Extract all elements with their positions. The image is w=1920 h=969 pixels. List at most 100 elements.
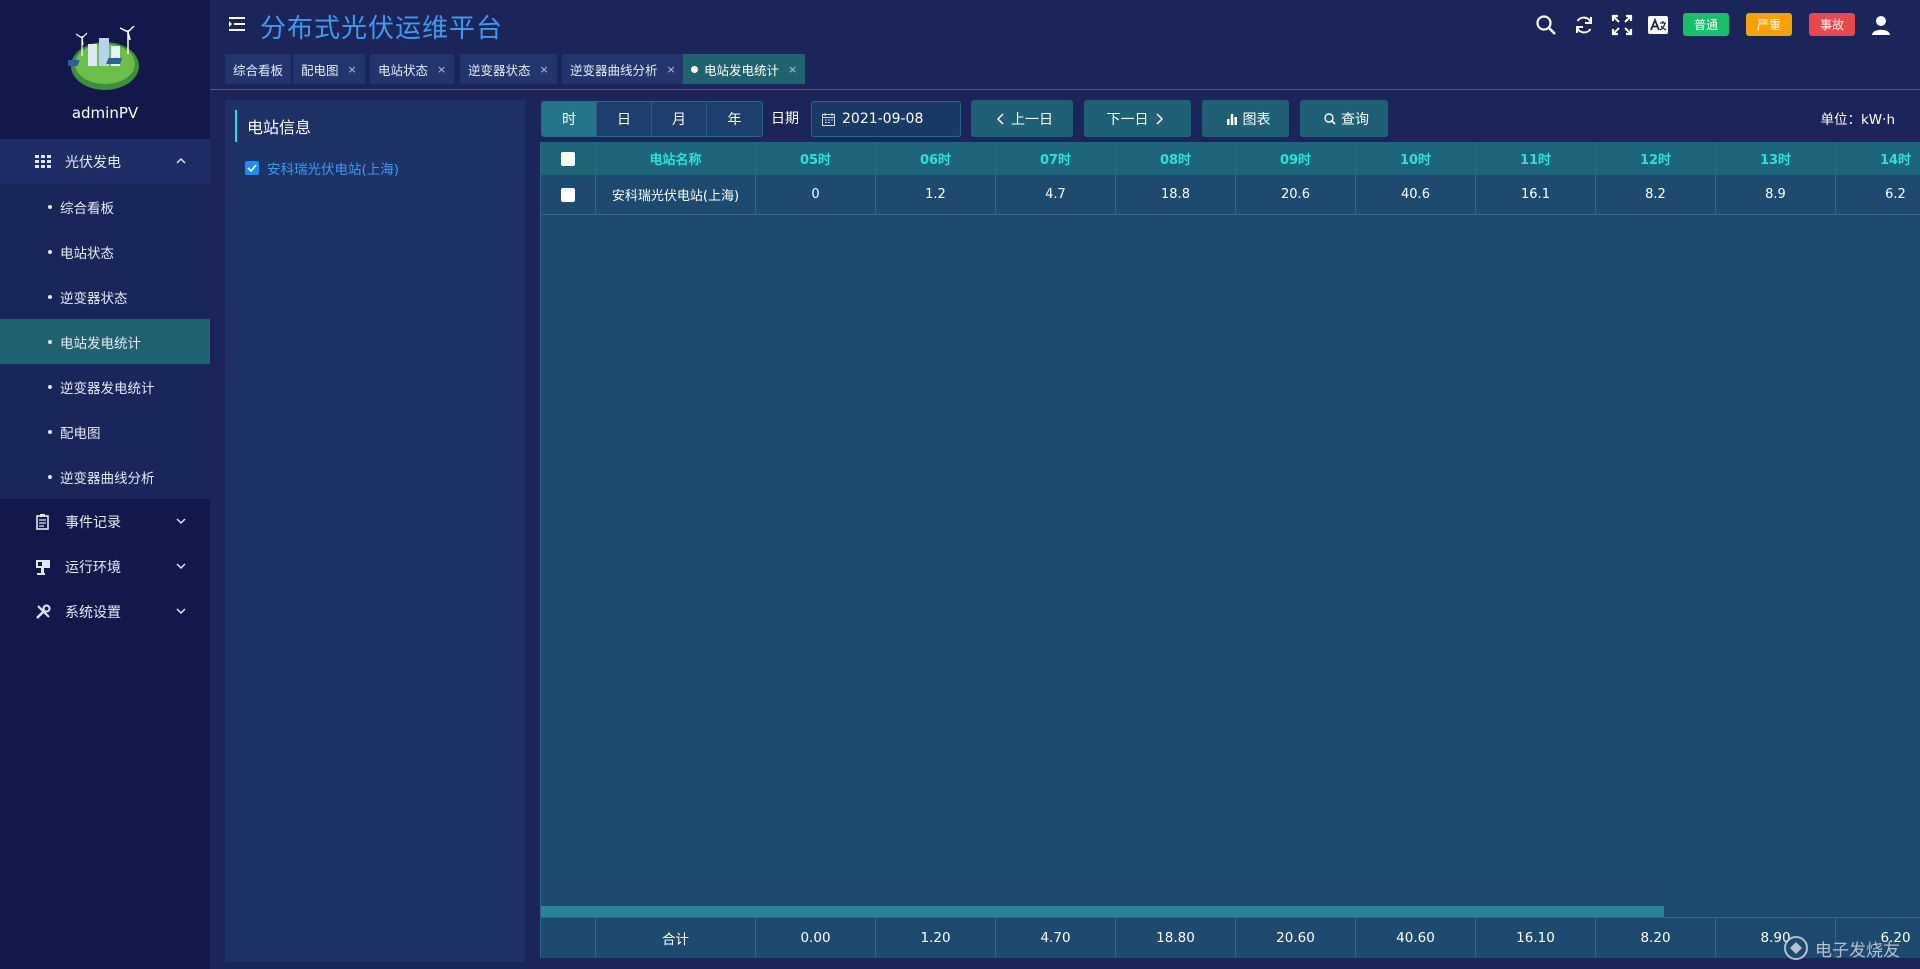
tab-label: 逆变器曲线分析	[570, 62, 658, 78]
menu-group-pv-generation[interactable]: 光伏发电	[0, 139, 210, 184]
period-segmented-control: 时 日 月 年	[541, 101, 763, 137]
column-header-hour[interactable]: 08时	[1116, 142, 1236, 175]
chevron-down-icon	[176, 518, 186, 525]
column-header-hour[interactable]: 12时	[1596, 142, 1716, 175]
column-header-station[interactable]: 电站名称	[596, 142, 756, 175]
active-dot-icon	[691, 65, 698, 73]
search-icon[interactable]	[1535, 14, 1557, 36]
sidebar-item-label: 逆变器曲线分析	[60, 470, 155, 487]
sidebar-item-label: 电站状态	[60, 245, 114, 262]
user-icon[interactable]	[1870, 14, 1892, 36]
next-day-label: 下一日	[1106, 111, 1149, 128]
period-year-button[interactable]: 年	[707, 102, 762, 136]
value-cell: 6.2	[1836, 175, 1920, 214]
next-day-button[interactable]: 下一日	[1084, 100, 1191, 137]
refresh-icon[interactable]	[1573, 14, 1595, 36]
panel-title: 电站信息	[235, 110, 311, 142]
sidebar-item-dashboard[interactable]: 综合看板	[0, 184, 210, 229]
query-button[interactable]: 查询	[1300, 100, 1388, 137]
checkbox-checked-icon[interactable]	[245, 161, 259, 175]
menu-toggle-icon[interactable]	[228, 16, 246, 32]
sidebar: adminPV 光伏发电 综合看板 电站状态 逆变器状态 电站发电统计 逆变器发…	[0, 0, 210, 969]
sidebar-item-station-statistics[interactable]: 电站发电统计	[0, 319, 210, 364]
close-icon[interactable]: ×	[788, 63, 797, 76]
chevron-down-icon	[176, 608, 186, 615]
font-size-icon[interactable]	[1647, 14, 1669, 36]
monitor-icon	[34, 558, 52, 576]
tab-inverter-curve[interactable]: 逆变器曲线分析 ×	[562, 54, 684, 84]
sidebar-item-inverter-statistics[interactable]: 逆变器发电统计	[0, 364, 210, 409]
search-icon	[1324, 112, 1336, 125]
bullet-icon	[48, 474, 52, 479]
username: adminPV	[71, 104, 139, 122]
chart-button[interactable]: 图表	[1202, 100, 1289, 137]
column-header-hour[interactable]: 11时	[1476, 142, 1596, 175]
sidebar-item-station-status[interactable]: 电站状态	[0, 229, 210, 274]
menu-group-settings[interactable]: 系统设置	[0, 589, 210, 634]
date-picker[interactable]: 2021-09-08	[811, 101, 961, 137]
menu-group-label: 光伏发电	[65, 154, 121, 171]
watermark-logo-icon	[1784, 936, 1808, 960]
value-cell: 40.6	[1356, 175, 1476, 214]
sidebar-item-inverter-curve[interactable]: 逆变器曲线分析	[0, 454, 210, 499]
station-checkbox-item[interactable]: 安科瑞光伏电站(上海)	[245, 158, 399, 178]
prev-day-button[interactable]: 上一日	[971, 100, 1073, 137]
tab-dashboard[interactable]: 综合看板	[225, 54, 292, 84]
total-label: 合计	[596, 918, 756, 958]
column-header-hour[interactable]: 13时	[1716, 142, 1836, 175]
close-icon[interactable]: ×	[540, 63, 549, 76]
period-month-button[interactable]: 月	[652, 102, 707, 136]
value-cell: 1.2	[876, 175, 996, 214]
sidebar-item-label: 综合看板	[60, 200, 114, 217]
sidebar-item-label: 配电图	[60, 425, 101, 442]
period-hour-button[interactable]: 时	[542, 102, 597, 136]
sidebar-menu: 光伏发电 综合看板 电站状态 逆变器状态 电站发电统计 逆变器发电统计 配电图 …	[0, 139, 210, 634]
tab-label: 配电图	[301, 62, 339, 78]
select-all-checkbox[interactable]	[561, 151, 575, 166]
total-cell: 8.20	[1596, 918, 1716, 958]
table-row[interactable]: 安科瑞光伏电站(上海) 0 1.2 4.7 18.8 20.6 40.6 16.…	[541, 175, 1920, 215]
sidebar-item-distribution-diagram[interactable]: 配电图	[0, 409, 210, 454]
close-icon[interactable]: ×	[437, 63, 446, 76]
sidebar-item-inverter-status[interactable]: 逆变器状态	[0, 274, 210, 319]
table-total-row: 合计 0.00 1.20 4.70 18.80 20.60 40.60 16.1…	[541, 917, 1920, 958]
period-day-button[interactable]: 日	[597, 102, 652, 136]
grid-icon	[34, 153, 52, 171]
tab-label: 电站状态	[378, 62, 429, 78]
normal-alarm-badge[interactable]: 普通	[1683, 13, 1729, 36]
sidebar-item-label: 电站发电统计	[60, 335, 141, 352]
column-header-hour[interactable]: 14时	[1836, 142, 1920, 175]
chart-label: 图表	[1242, 111, 1271, 128]
serious-alarm-badge[interactable]: 严重	[1746, 13, 1792, 36]
bullet-icon	[48, 339, 52, 344]
chevron-up-icon	[176, 157, 186, 164]
column-header-hour[interactable]: 09时	[1236, 142, 1356, 175]
tab-label: 综合看板	[233, 62, 284, 78]
fullscreen-icon[interactable]	[1611, 14, 1633, 36]
unit-label: 单位：kW·h	[1820, 112, 1895, 128]
tab-station-status[interactable]: 电站状态 ×	[370, 54, 455, 84]
row-checkbox[interactable]	[561, 187, 575, 202]
date-value: 2021-09-08	[842, 111, 924, 127]
close-icon[interactable]: ×	[667, 63, 676, 76]
menu-group-event-records[interactable]: 事件记录	[0, 499, 210, 544]
tab-distribution-diagram[interactable]: 配电图 ×	[293, 54, 365, 84]
total-cell: 20.60	[1236, 918, 1356, 958]
horizontal-scrollbar[interactable]	[541, 906, 1664, 917]
column-header-hour[interactable]: 05时	[756, 142, 876, 175]
close-icon[interactable]: ×	[348, 63, 357, 76]
menu-group-label: 系统设置	[65, 604, 121, 621]
accident-alarm-badge[interactable]: 事故	[1809, 13, 1855, 36]
station-name: 安科瑞光伏电站(上海)	[267, 162, 400, 178]
column-header-hour[interactable]: 10时	[1356, 142, 1476, 175]
chevron-down-icon	[176, 563, 186, 570]
tab-inverter-status[interactable]: 逆变器状态 ×	[460, 54, 557, 84]
column-header-hour[interactable]: 06时	[876, 142, 996, 175]
app-title: 分布式光伏运维平台	[260, 14, 504, 44]
tab-station-statistics[interactable]: 电站发电统计 ×	[683, 54, 806, 84]
total-cell: 16.10	[1476, 918, 1596, 958]
column-header-hour[interactable]: 07时	[996, 142, 1116, 175]
menu-group-environment[interactable]: 运行环境	[0, 544, 210, 589]
tools-icon	[34, 603, 52, 621]
value-cell: 8.9	[1716, 175, 1836, 214]
